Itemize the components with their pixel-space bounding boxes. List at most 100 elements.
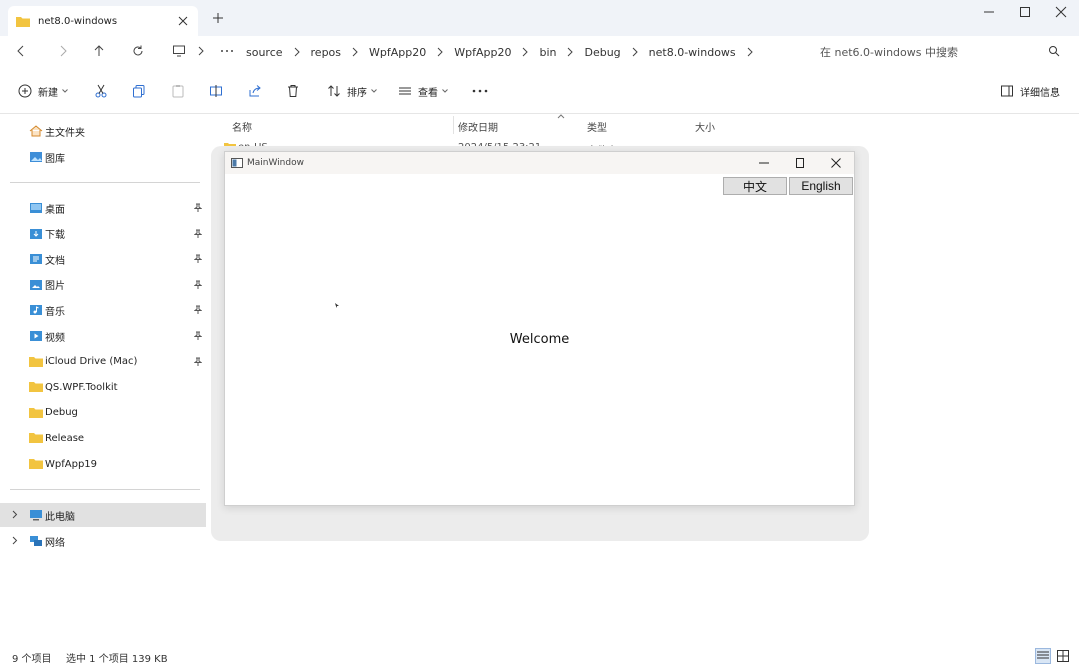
app-window-icon: [231, 158, 243, 168]
welcome-text: Welcome: [509, 332, 570, 347]
chinese-language-button[interactable]: 中文: [723, 177, 787, 195]
window-controls: [971, 0, 1079, 24]
maximize-icon[interactable]: [782, 152, 818, 174]
column-header-type[interactable]: 类型: [587, 119, 607, 134]
sidebar-item-quick-access[interactable]: 桌面: [0, 196, 206, 220]
chevron-right-icon[interactable]: [293, 47, 301, 57]
gallery-icon: [29, 151, 43, 163]
sidebar-item-quick-access[interactable]: 视频: [0, 324, 206, 348]
details-pane-icon: [1000, 84, 1014, 98]
pin-icon[interactable]: [194, 280, 202, 289]
sidebar-item-quick-access[interactable]: 文档: [0, 247, 206, 271]
sidebar-item-quick-access[interactable]: Release: [0, 426, 206, 450]
sidebar-item-gallery[interactable]: 图库: [0, 145, 206, 169]
sidebar-item-label: QS.WPF.Toolkit: [45, 381, 118, 393]
sidebar-item-quick-access[interactable]: WpfApp19: [0, 452, 206, 476]
sidebar-item-quick-access[interactable]: Debug: [0, 401, 206, 425]
chevron-right-icon[interactable]: [12, 536, 18, 545]
up-icon[interactable]: [90, 42, 108, 60]
search-icon: [1048, 45, 1060, 57]
breadcrumb-item[interactable]: repos: [301, 46, 352, 59]
chevron-right-icon[interactable]: [12, 510, 18, 519]
sidebar-item-label: Release: [45, 432, 85, 444]
sidebar-item-label: 桌面: [45, 204, 65, 216]
new-tab-icon[interactable]: [210, 10, 226, 26]
sidebar-item-home[interactable]: 主文件夹: [0, 119, 206, 143]
delete-icon[interactable]: [286, 82, 300, 100]
chevron-right-icon[interactable]: [746, 47, 754, 57]
sidebar-item-quick-access[interactable]: 下载: [0, 222, 206, 246]
pin-icon[interactable]: [194, 254, 202, 264]
sidebar-item-label: WpfApp19: [45, 458, 98, 470]
tiles-view-icon[interactable]: [1055, 648, 1071, 664]
minimize-icon[interactable]: [746, 152, 782, 174]
column-header-name[interactable]: 名称: [232, 119, 252, 134]
column-header-size[interactable]: 大小: [695, 119, 715, 134]
back-icon[interactable]: [12, 42, 30, 60]
sidebar-item-label: 视频: [45, 332, 65, 344]
sidebar-item-quick-access[interactable]: 图片: [0, 273, 206, 297]
chevron-down-icon: [62, 89, 68, 93]
monitor-icon[interactable]: [170, 42, 188, 60]
column-header-modified[interactable]: 修改日期: [458, 119, 498, 134]
refresh-icon[interactable]: [129, 42, 147, 60]
chevron-right-icon[interactable]: [521, 47, 529, 57]
share-icon[interactable]: [248, 82, 262, 100]
details-view-icon[interactable]: [1035, 648, 1051, 664]
sidebar-item-this-pc[interactable]: 此电脑: [0, 503, 206, 527]
chevron-right-icon[interactable]: [351, 47, 359, 57]
chevron-right-icon[interactable]: [566, 47, 574, 57]
sort-label: 排序: [347, 87, 367, 99]
breadcrumb-item[interactable]: Debug: [574, 46, 630, 59]
details-button[interactable]: 详细信息: [1000, 82, 1060, 100]
pin-icon[interactable]: [194, 357, 202, 366]
breadcrumb-item[interactable]: WpfApp20: [359, 46, 436, 59]
more-crumbs-icon[interactable]: [218, 42, 236, 60]
english-language-button[interactable]: English: [789, 177, 853, 195]
breadcrumb-item[interactable]: source: [236, 46, 293, 59]
sidebar-item-network[interactable]: 网络: [0, 529, 206, 553]
view-label: 查看: [418, 87, 438, 99]
sidebar-item-quick-access[interactable]: QS.WPF.Toolkit: [0, 375, 206, 399]
chevron-right-icon[interactable]: [631, 47, 639, 57]
sort-button[interactable]: 排序: [327, 82, 377, 100]
tab-bar: net8.0-windows: [0, 0, 1079, 36]
breadcrumb: source repos WpfApp20 WpfApp20 bin Debug net8.…: [236, 43, 754, 61]
close-window-icon[interactable]: [818, 152, 854, 174]
column-divider[interactable]: [453, 116, 454, 134]
wpf-window-title: MainWindow: [247, 158, 304, 168]
close-tab-icon[interactable]: [176, 14, 190, 28]
sidebar-item-label: iCloud Drive (Mac): [45, 356, 138, 368]
sidebar-item-quick-access[interactable]: iCloud Drive (Mac): [0, 350, 206, 374]
rename-icon[interactable]: [209, 82, 223, 100]
close-window-icon[interactable]: [1043, 0, 1079, 24]
minimize-icon[interactable]: [971, 0, 1007, 24]
breadcrumb-item[interactable]: net8.0-windows: [639, 46, 746, 59]
folder-icon: [29, 432, 43, 444]
search-input[interactable]: 在 net6.0-windows 中搜索: [806, 41, 1068, 63]
more-options-icon[interactable]: [472, 82, 488, 100]
folder-icon: [16, 16, 30, 27]
downloads-folder-icon: [29, 228, 43, 240]
pin-icon[interactable]: [194, 229, 202, 238]
view-button[interactable]: 查看: [398, 82, 448, 100]
breadcrumb-item[interactable]: WpfApp20: [444, 46, 521, 59]
pin-icon[interactable]: [194, 305, 202, 315]
chevron-right-icon[interactable]: [436, 47, 444, 57]
new-button[interactable]: 新建: [18, 82, 68, 100]
pin-icon[interactable]: [194, 331, 202, 340]
tab-net8-windows[interactable]: net8.0-windows: [8, 6, 198, 36]
maximize-icon[interactable]: [1007, 0, 1043, 24]
pictures-folder-icon: [29, 279, 43, 291]
breadcrumb-item[interactable]: bin: [529, 46, 566, 59]
pin-icon[interactable]: [194, 203, 202, 212]
command-bar: 新建 排序 查看 详细信息: [0, 66, 1079, 114]
wpf-title-bar[interactable]: MainWindow: [225, 152, 854, 174]
forward-icon[interactable]: [54, 42, 72, 60]
paste-icon[interactable]: [171, 82, 185, 100]
search-placeholder: 在 net6.0-windows 中搜索: [820, 46, 958, 59]
copy-icon[interactable]: [132, 82, 146, 100]
cut-icon[interactable]: [94, 82, 108, 100]
folder-icon: [29, 407, 43, 419]
sidebar-item-quick-access[interactable]: 音乐: [0, 298, 206, 322]
